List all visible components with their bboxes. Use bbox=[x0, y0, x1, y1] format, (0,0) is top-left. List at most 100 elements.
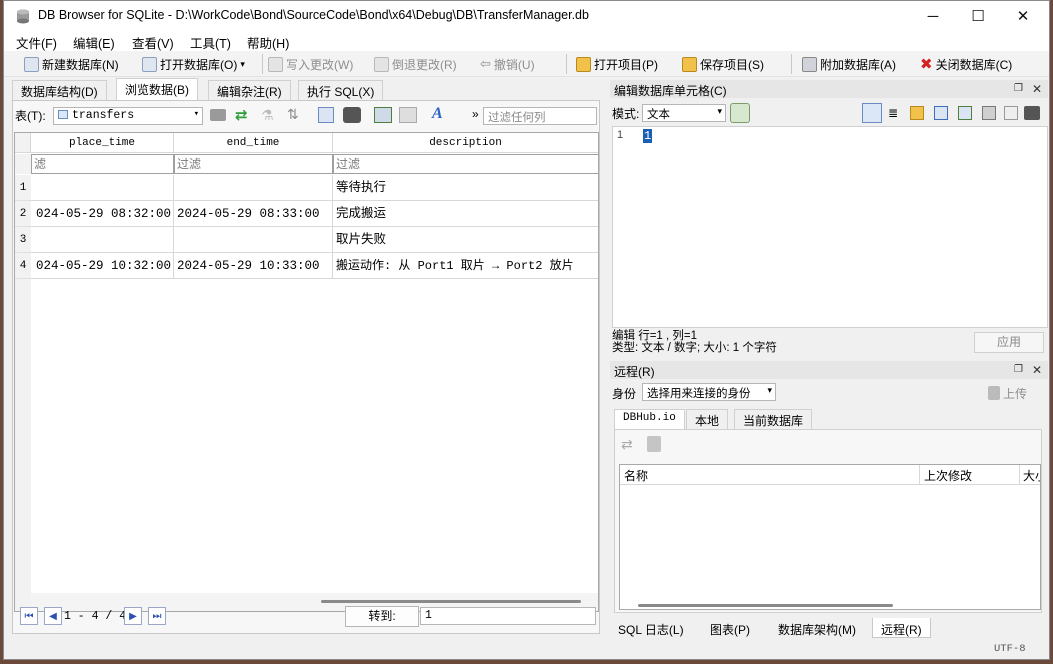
blob-icon[interactable] bbox=[1004, 106, 1018, 120]
chevron-down-icon[interactable]: ▾ bbox=[240, 59, 245, 70]
close-dock-icon[interactable]: ✕ bbox=[1032, 363, 1042, 377]
clear-filters-icon[interactable] bbox=[210, 109, 226, 121]
refresh-icon[interactable]: ⇄ bbox=[621, 436, 633, 453]
goto-button[interactable]: 转到: bbox=[345, 606, 419, 627]
row-number[interactable]: 4 bbox=[15, 253, 31, 279]
import-icon[interactable] bbox=[910, 106, 924, 120]
previous-page-icon[interactable]: ◀ bbox=[44, 607, 62, 625]
tab-edit-pragmas[interactable]: 编辑杂注(R) bbox=[208, 80, 291, 100]
next-page-icon[interactable]: ▶ bbox=[124, 607, 142, 625]
cell-end-time[interactable] bbox=[174, 227, 333, 253]
write-changes-button[interactable]: 写入更改(W) bbox=[268, 54, 353, 74]
row-number[interactable]: 2 bbox=[15, 201, 31, 227]
undo-button[interactable]: ⇦ 撤销(U) bbox=[480, 54, 535, 74]
tab-remote[interactable]: 远程(R) bbox=[872, 618, 931, 638]
identity-select[interactable]: 选择用来连接的身份 ▾ bbox=[642, 383, 776, 401]
close-dock-icon[interactable]: ✕ bbox=[1032, 82, 1042, 96]
cell-end-time[interactable] bbox=[174, 175, 333, 201]
row-number[interactable]: 3 bbox=[15, 227, 31, 253]
float-dock-icon[interactable]: ❐ bbox=[1014, 83, 1023, 94]
indent-icon[interactable]: ≣ bbox=[888, 106, 898, 120]
cell-place-time[interactable] bbox=[31, 227, 174, 253]
double-chevron-icon[interactable]: » bbox=[472, 107, 479, 121]
mode-select[interactable]: 文本 ▾ bbox=[642, 104, 726, 122]
close-button[interactable]: ✕ bbox=[1000, 1, 1046, 31]
cell-end-time[interactable]: 2024-05-29 10:33:00 bbox=[174, 253, 333, 279]
tab-browse-data[interactable]: 浏览数据(B) bbox=[116, 78, 198, 100]
refresh-icon[interactable]: ⇄ bbox=[235, 106, 248, 124]
cell-description[interactable]: 搬运动作: 从 Port1 取片 → Port2 放片 bbox=[333, 253, 598, 279]
cell-place-time[interactable] bbox=[31, 175, 174, 201]
print-cell-icon[interactable] bbox=[982, 106, 996, 120]
open-project-button[interactable]: 打开项目(P) bbox=[576, 54, 658, 74]
write-changes-label: 写入更改(W) bbox=[286, 57, 354, 72]
attach-database-button[interactable]: 附加数据库(A) bbox=[802, 54, 896, 74]
cell-description[interactable]: 完成搬运 bbox=[333, 201, 598, 227]
upload-button[interactable]: 上传 bbox=[986, 383, 1042, 403]
tab-execute-sql[interactable]: 执行 SQL(X) bbox=[298, 80, 384, 100]
filter-place-time[interactable]: 滤 bbox=[31, 154, 174, 174]
write-changes-icon bbox=[268, 56, 283, 72]
tab-plot[interactable]: 图表(P) bbox=[702, 618, 758, 638]
cell-description[interactable]: 等待执行 bbox=[333, 175, 598, 201]
clone-icon[interactable] bbox=[647, 436, 661, 452]
menu-file[interactable]: 文件(F) bbox=[16, 33, 57, 52]
cell-place-time[interactable]: 024-05-29 10:32:00 bbox=[31, 253, 174, 279]
column-header-name[interactable]: 名称 bbox=[620, 465, 920, 485]
set-null-icon[interactable] bbox=[958, 106, 972, 120]
printer-icon[interactable] bbox=[1024, 106, 1040, 120]
table-select[interactable]: transfers ▾ bbox=[53, 107, 203, 125]
sort-icon[interactable]: ⇅ bbox=[287, 106, 299, 123]
menu-edit[interactable]: 编辑(E) bbox=[73, 33, 115, 52]
tab-local[interactable]: 本地 bbox=[686, 409, 729, 429]
cell-content[interactable]: 1 bbox=[643, 129, 653, 143]
column-header-end-time[interactable]: end_time bbox=[174, 133, 333, 153]
font-icon[interactable]: A bbox=[432, 105, 443, 123]
open-database-button[interactable]: 打开数据库(O) ▾ bbox=[142, 54, 245, 74]
insert-record-icon[interactable] bbox=[374, 107, 392, 123]
close-database-button[interactable]: ✖ 关闭数据库(C) bbox=[920, 54, 1012, 74]
word-wrap-icon[interactable] bbox=[862, 103, 882, 123]
cell-description[interactable]: 取片失败 bbox=[333, 227, 598, 253]
cell-place-time[interactable]: 024-05-29 08:32:00 bbox=[31, 201, 174, 227]
scrollbar-thumb[interactable] bbox=[638, 604, 893, 607]
chevron-down-icon: ▾ bbox=[717, 106, 722, 116]
columns-icon[interactable] bbox=[318, 107, 334, 123]
auto-format-icon[interactable] bbox=[730, 103, 750, 123]
apply-button[interactable]: 应用 bbox=[974, 332, 1044, 353]
close-database-label: 关闭数据库(C) bbox=[935, 57, 1013, 72]
float-dock-icon[interactable]: ❐ bbox=[1014, 364, 1023, 375]
last-page-icon[interactable]: ⏭ bbox=[148, 607, 166, 625]
minimize-button[interactable]: ─ bbox=[910, 1, 956, 31]
tab-db-structure[interactable]: 数据库结构(D) bbox=[12, 80, 107, 100]
goto-input[interactable]: 1 bbox=[420, 607, 596, 625]
first-page-icon[interactable]: ⏮ bbox=[20, 607, 38, 625]
column-header-place-time[interactable]: place_time bbox=[31, 133, 174, 153]
tab-db-schema[interactable]: 数据库架构(M) bbox=[770, 618, 864, 638]
grid-corner[interactable] bbox=[15, 133, 31, 153]
delete-record-icon[interactable] bbox=[399, 107, 417, 123]
menu-view[interactable]: 查看(V) bbox=[132, 33, 174, 52]
tab-dbhub[interactable]: DBHub.io bbox=[614, 409, 685, 429]
tab-sql-log[interactable]: SQL 日志(L) bbox=[610, 618, 692, 638]
save-project-button[interactable]: 保存项目(S) bbox=[682, 54, 764, 74]
new-database-button[interactable]: 新建数据库(N) bbox=[24, 54, 119, 74]
cell-editor[interactable]: 1 1 bbox=[612, 126, 1048, 328]
row-number[interactable]: 1 bbox=[15, 175, 31, 201]
maximize-button[interactable]: ☐ bbox=[955, 1, 1001, 31]
column-header-description[interactable]: description bbox=[333, 133, 598, 153]
filter-icon[interactable]: ⚗ bbox=[261, 107, 274, 124]
cell-end-time[interactable]: 2024-05-29 08:33:00 bbox=[174, 201, 333, 227]
tab-current-database[interactable]: 当前数据库 bbox=[734, 409, 813, 429]
column-header-size[interactable]: 大小 bbox=[1020, 465, 1040, 485]
scrollbar-thumb[interactable] bbox=[321, 600, 581, 603]
menu-tools[interactable]: 工具(T) bbox=[190, 33, 231, 52]
revert-changes-button[interactable]: 倒退更改(R) bbox=[374, 54, 457, 74]
column-header-last-modified[interactable]: 上次修改 bbox=[920, 465, 1020, 485]
filter-description[interactable]: 过滤 bbox=[333, 154, 598, 174]
menu-help[interactable]: 帮助(H) bbox=[247, 33, 289, 52]
print-icon[interactable] bbox=[343, 107, 361, 123]
export-icon[interactable] bbox=[934, 106, 948, 120]
filter-any-column-input[interactable]: 过滤任何列 bbox=[483, 107, 597, 125]
filter-end-time[interactable]: 过滤 bbox=[174, 154, 333, 174]
